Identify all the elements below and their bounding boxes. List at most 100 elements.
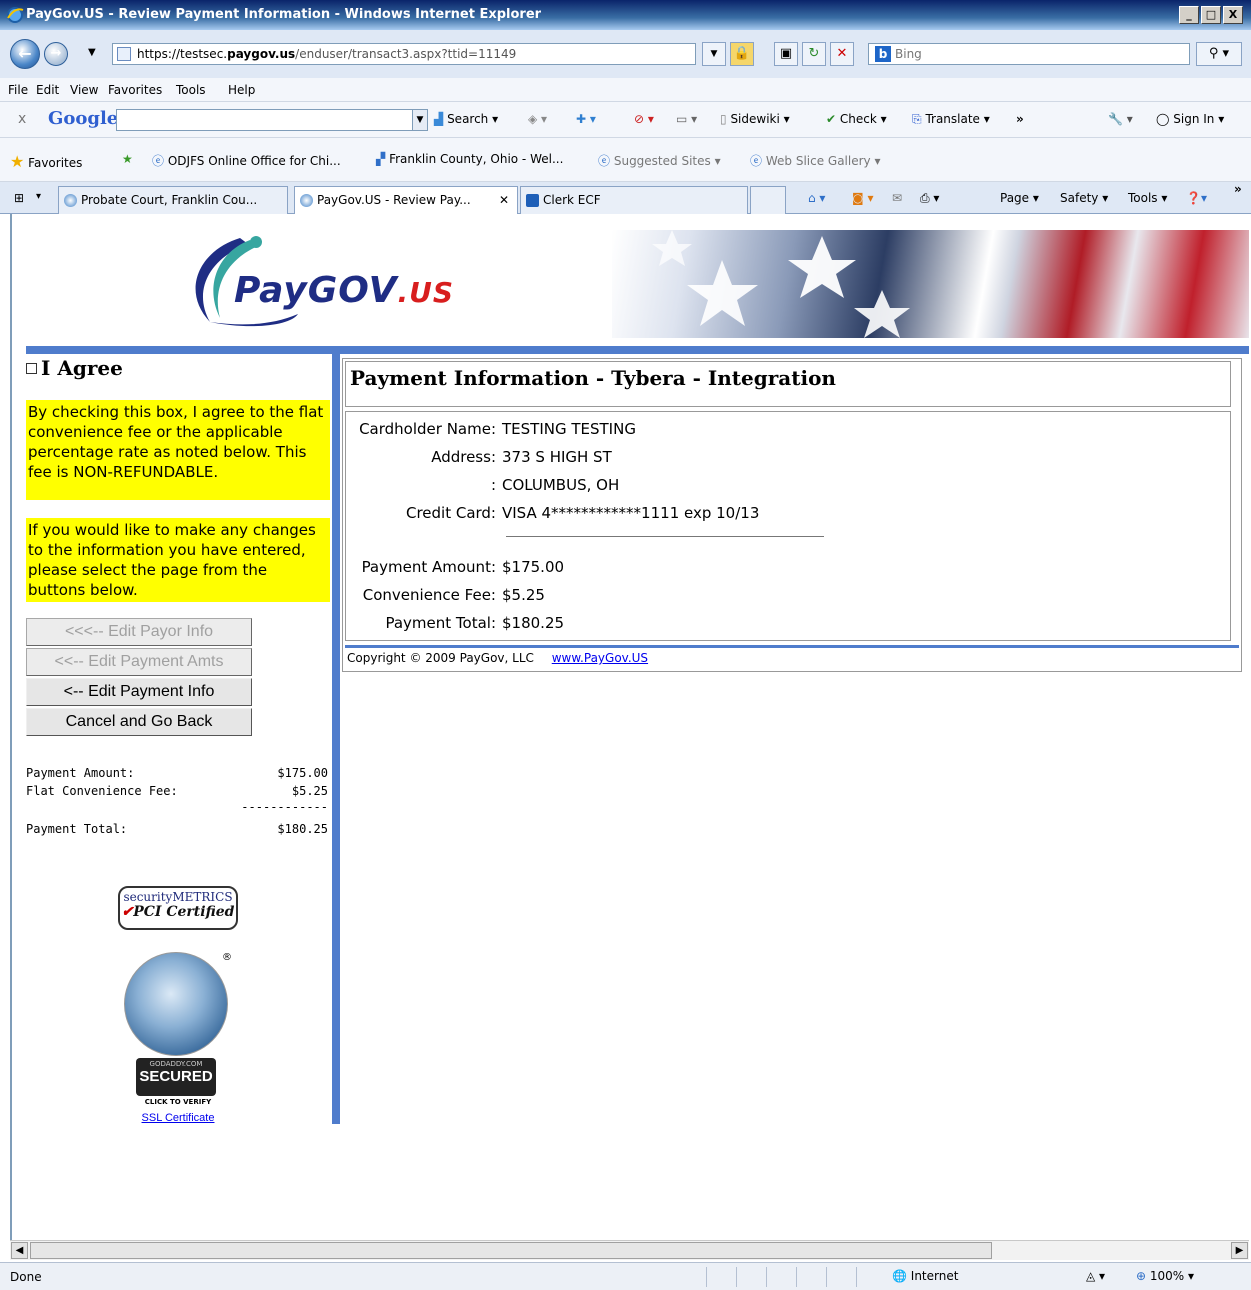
star-icon: ★ bbox=[10, 152, 25, 171]
command-chevron-icon[interactable]: » bbox=[1234, 182, 1242, 196]
status-text: Done bbox=[10, 1270, 42, 1284]
google-search-button[interactable]: ▟ Search ▾ bbox=[434, 112, 498, 126]
paygov-link[interactable]: www.PayGov.US bbox=[552, 651, 648, 665]
credit-card-value: VISA 4************1111 exp 10/13 bbox=[502, 504, 760, 522]
godaddy-secured-seal[interactable]: ® GODADDY.COM SECURED CLICK TO VERIFY bbox=[124, 952, 232, 1112]
summary-label: Payment Total: bbox=[26, 822, 128, 836]
agree-checkbox[interactable] bbox=[26, 362, 37, 374]
close-window-button[interactable]: X bbox=[1223, 6, 1243, 24]
address-bar: ← → ▼ https://testsec.paygov.us/enduser/… bbox=[0, 30, 1251, 78]
menu-help[interactable]: Help bbox=[228, 83, 255, 97]
safety-menu-label: Safety bbox=[1060, 191, 1099, 205]
add-favorite-icon[interactable]: ★ bbox=[122, 152, 133, 166]
fav-item-franklin-county[interactable]: ▞ Franklin County, Ohio - Wel... bbox=[376, 152, 563, 166]
flag-stars-icon bbox=[652, 230, 910, 338]
add-button-icon[interactable]: ✚ ▾ bbox=[576, 112, 596, 126]
fav-item-suggested-sites[interactable]: ⓔ Suggested Sites ▾ bbox=[598, 152, 721, 169]
ie-page-icon: ⓔ bbox=[598, 154, 611, 168]
menu-favorites[interactable]: Favorites bbox=[108, 83, 162, 97]
refresh-icon[interactable]: ↻ bbox=[802, 42, 826, 66]
menu-edit[interactable]: Edit bbox=[36, 83, 59, 97]
page-menu[interactable]: Page ▾ bbox=[1000, 191, 1039, 205]
status-bar: Done 🌐 Internet ◬ ▾ ⊕ 100% ▾ bbox=[0, 1262, 1251, 1290]
url-input[interactable]: https://testsec.paygov.us/enduser/transa… bbox=[112, 43, 696, 65]
fav-item-odjfs[interactable]: ⓔ ODJFS Online Office for Chi... bbox=[152, 152, 341, 169]
google-dropdown-icon[interactable]: ▼ bbox=[412, 109, 428, 131]
agree-checkbox-row[interactable]: I Agree bbox=[26, 356, 123, 380]
compatibility-icon[interactable]: ▣ bbox=[774, 42, 798, 66]
fav-item-web-slice-gallery[interactable]: ⓔ Web Slice Gallery ▾ bbox=[750, 152, 880, 169]
favorites-button[interactable]: ★ Favorites bbox=[10, 152, 82, 171]
ssl-certificate-link[interactable]: SSL Certificate bbox=[122, 1112, 234, 1124]
address-label: Address: bbox=[431, 448, 496, 466]
wrench-icon[interactable]: 🔧 ▾ bbox=[1108, 112, 1133, 126]
minimize-button[interactable]: _ bbox=[1179, 6, 1199, 24]
status-segment bbox=[766, 1267, 796, 1287]
tab-paygov[interactable]: PayGov.US - Review Pay... ✕ bbox=[294, 186, 518, 214]
sidewiki-button[interactable]: ▯ Sidewiki ▾ bbox=[720, 112, 790, 126]
horizontal-scrollbar[interactable]: ◀ ▶ bbox=[10, 1240, 1249, 1260]
menu-tools[interactable]: Tools bbox=[176, 83, 206, 97]
scroll-right-icon[interactable]: ▶ bbox=[1231, 1242, 1248, 1259]
close-toolbar-icon[interactable]: x bbox=[18, 111, 26, 127]
quick-tabs-icon[interactable]: ⊞ bbox=[14, 191, 24, 205]
close-tab-icon[interactable]: ✕ bbox=[499, 187, 509, 213]
cardholder-label: Cardholder Name: bbox=[359, 420, 496, 438]
zoom-icon: ⊕ bbox=[1136, 1269, 1147, 1283]
footer-divider bbox=[345, 645, 1239, 648]
forward-button[interactable]: → bbox=[44, 42, 68, 66]
edit-payor-info-button[interactable]: <<<-- Edit Payor Info bbox=[26, 618, 252, 646]
more-chevron-icon[interactable]: » bbox=[1016, 112, 1024, 126]
payment-total-label: Payment Total: bbox=[385, 614, 496, 632]
mail-icon[interactable]: ✉ bbox=[892, 191, 902, 205]
bing-icon: b bbox=[875, 46, 891, 62]
lock-icon[interactable]: 🔒 bbox=[730, 42, 754, 66]
tab-clerk-ecf[interactable]: Clerk ECF bbox=[520, 186, 748, 214]
new-tab-button[interactable] bbox=[750, 186, 786, 214]
scroll-thumb[interactable] bbox=[30, 1242, 992, 1259]
home-icon[interactable]: ⌂ ▾ bbox=[808, 191, 825, 205]
bookmark-icon[interactable]: ◈ ▾ bbox=[528, 112, 547, 126]
ie-logo-icon bbox=[7, 7, 24, 23]
tools-menu[interactable]: Tools ▾ bbox=[1128, 191, 1167, 205]
check-label: Check bbox=[839, 112, 877, 126]
zoom-control[interactable]: ⊕ 100% ▾ bbox=[1136, 1269, 1194, 1283]
search-button[interactable]: ⚲ ▾ bbox=[1196, 42, 1242, 66]
autofill-icon[interactable]: ▭ ▾ bbox=[676, 112, 697, 126]
pci-certified-badge[interactable]: securityMETRICS ✔PCI Certified bbox=[118, 886, 238, 930]
summary-label: Payment Amount: bbox=[26, 766, 135, 780]
help-icon[interactable]: ❓▾ bbox=[1186, 191, 1207, 205]
maximize-button[interactable]: □ bbox=[1201, 6, 1221, 24]
edit-payment-info-button[interactable]: <-- Edit Payment Info bbox=[26, 678, 252, 706]
window-title-bar: PayGov.US - Review Payment Information -… bbox=[0, 0, 1251, 30]
credit-card-label: Credit Card: bbox=[405, 504, 496, 522]
cancel-go-back-button[interactable]: Cancel and Go Back bbox=[26, 708, 252, 736]
protected-mode-icon[interactable]: ◬ ▾ bbox=[1086, 1269, 1105, 1283]
tab-list-icon[interactable]: ▾ bbox=[36, 191, 41, 202]
print-icon[interactable]: ⎙ ▾ bbox=[920, 191, 939, 206]
summary-total: Payment Total: $180.25 bbox=[26, 822, 328, 836]
security-zone[interactable]: 🌐 Internet bbox=[892, 1269, 958, 1283]
ie-page-icon: ⓔ bbox=[152, 154, 165, 168]
menu-file[interactable]: File bbox=[8, 83, 28, 97]
google-search-input[interactable] bbox=[116, 109, 416, 131]
search-input[interactable]: b Bing bbox=[868, 43, 1190, 65]
status-segment bbox=[796, 1267, 826, 1287]
menu-view[interactable]: View bbox=[70, 83, 98, 97]
safety-menu[interactable]: Safety ▾ bbox=[1060, 191, 1108, 205]
zone-label: Internet bbox=[910, 1269, 959, 1283]
edit-payment-amts-button[interactable]: <<-- Edit Payment Amts bbox=[26, 648, 252, 676]
translate-button[interactable]: ⎘ Translate ▾ bbox=[912, 112, 990, 127]
page-icon bbox=[117, 47, 131, 61]
recent-pages-dropdown-icon[interactable]: ▼ bbox=[88, 47, 96, 58]
spellcheck-button[interactable]: ✔ Check ▾ bbox=[826, 112, 887, 126]
stop-icon[interactable]: ✕ bbox=[830, 42, 854, 66]
popup-blocker-icon[interactable]: ⊘ ▾ bbox=[634, 112, 654, 126]
back-button[interactable]: ← bbox=[10, 39, 40, 69]
feeds-icon[interactable]: ◙ ▾ bbox=[852, 191, 873, 205]
tab-probate-court[interactable]: Probate Court, Franklin Cou... bbox=[58, 186, 288, 214]
url-dropdown-icon[interactable]: ▼ bbox=[702, 42, 726, 66]
scroll-left-icon[interactable]: ◀ bbox=[11, 1242, 28, 1259]
status-segment bbox=[736, 1267, 766, 1287]
sign-in-button[interactable]: ◯ Sign In ▾ bbox=[1156, 112, 1224, 126]
